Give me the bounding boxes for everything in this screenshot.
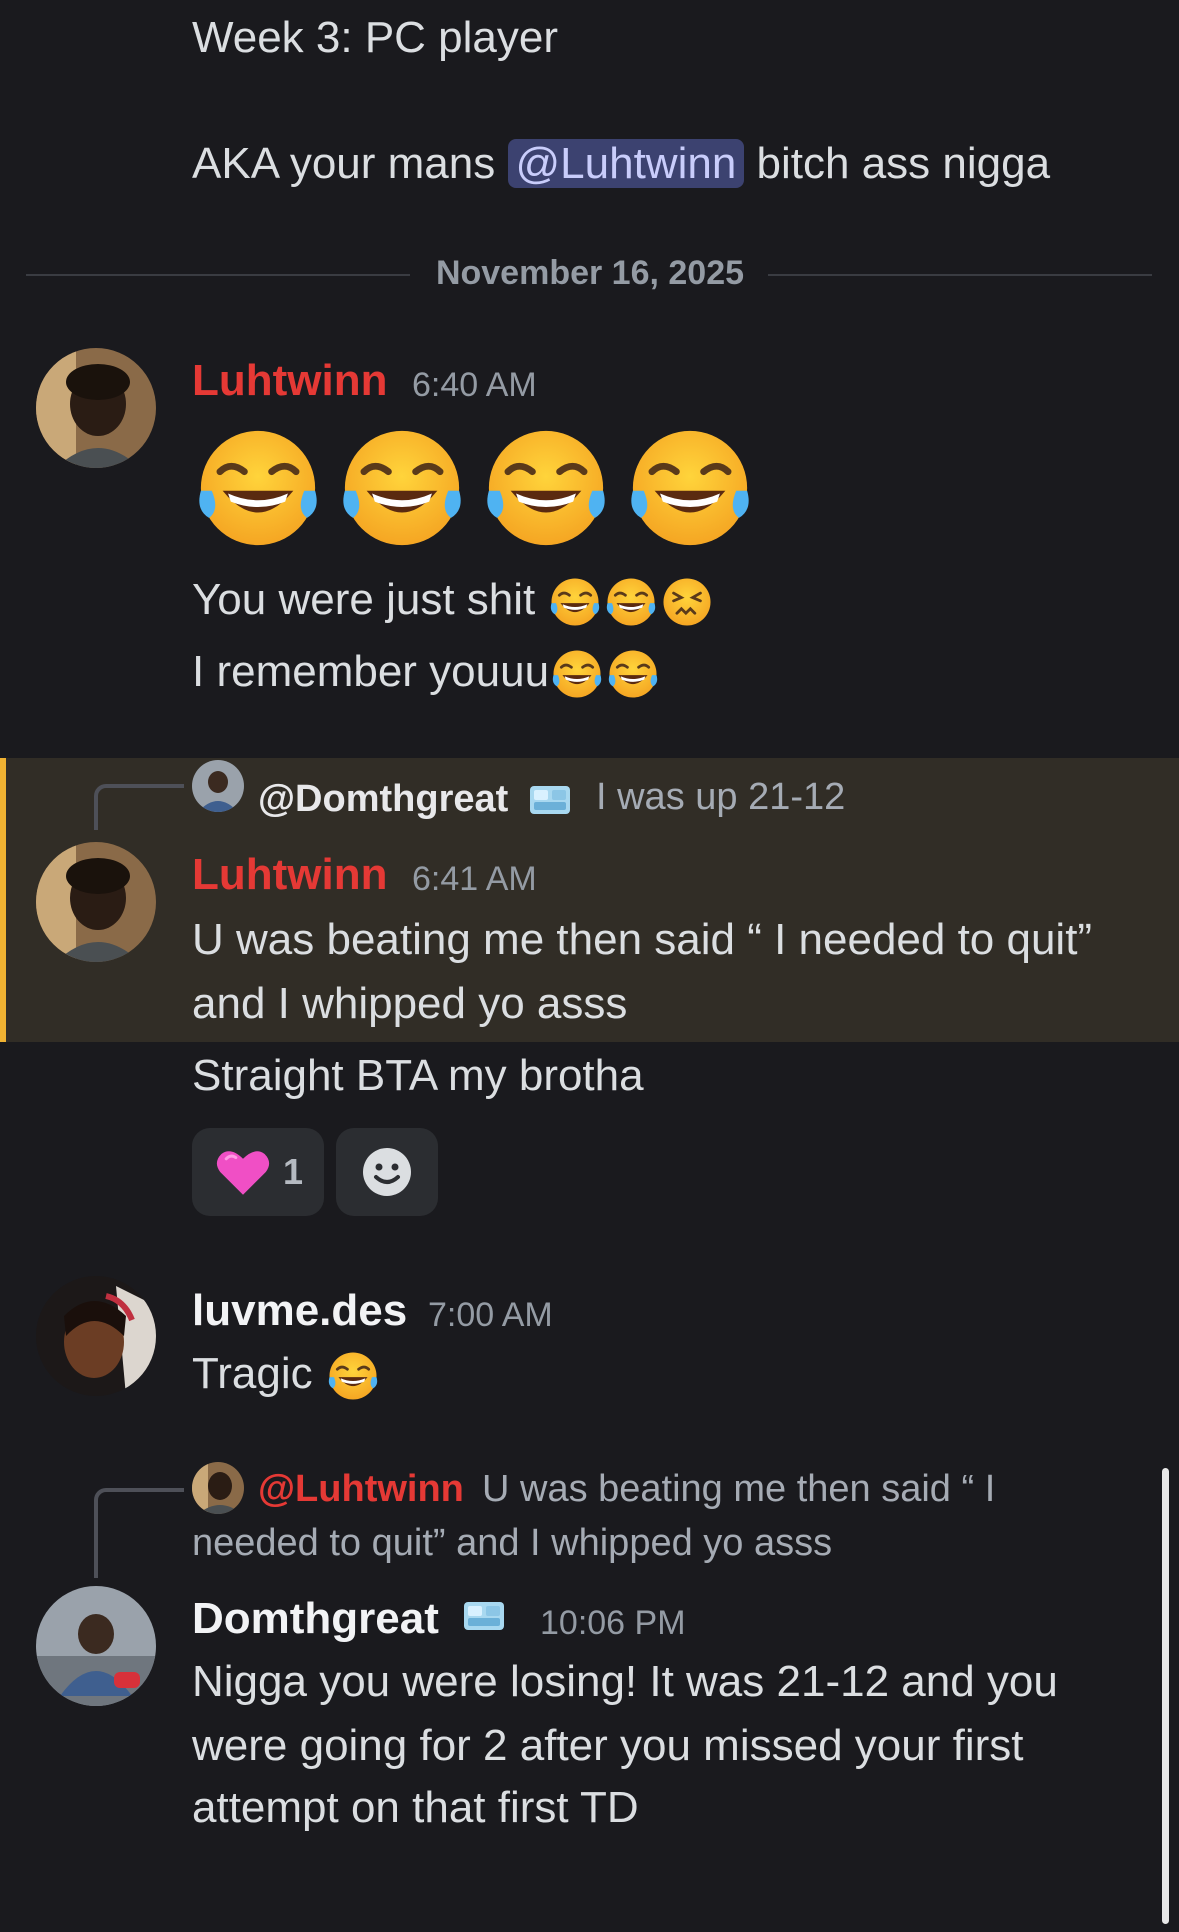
message-line: U was beating me then said “ I needed to… xyxy=(192,915,1093,964)
message-line: and I whipped yo asss xyxy=(192,979,628,1028)
reply-preview-text[interactable]: U was beating me then said “ I xyxy=(482,1468,995,1511)
message-line: You were just shit xyxy=(192,568,715,632)
avatar[interactable] xyxy=(36,1586,156,1706)
reply-preview-text[interactable]: I was up 21-12 xyxy=(596,776,845,819)
message-text: Tragic xyxy=(192,1349,313,1398)
username[interactable]: Luhtwinn xyxy=(192,356,388,406)
reply-username[interactable]: @Luhtwinn xyxy=(258,1468,464,1511)
add-reaction-button[interactable] xyxy=(336,1128,438,1216)
username[interactable]: Luhtwinn xyxy=(192,850,388,900)
user-mention[interactable]: @Luhtwinn xyxy=(507,139,745,188)
reply-preview-text[interactable]: needed to quit” and I whipped yo asss xyxy=(192,1522,832,1565)
date-divider-line xyxy=(768,274,1152,276)
message-text: You were just shit xyxy=(192,575,536,624)
message-text: AKA your mans xyxy=(192,139,496,188)
reply-username[interactable]: @Domthgreat xyxy=(258,778,508,821)
reply-connector xyxy=(94,1488,184,1578)
message-text: bitch ass nigga xyxy=(756,139,1051,188)
message-line: attempt on that first TD xyxy=(192,1783,639,1832)
avatar[interactable] xyxy=(36,1276,156,1396)
add-reaction-icon xyxy=(363,1148,411,1196)
date-divider-label: November 16, 2025 xyxy=(435,254,745,292)
message-line: Straight BTA my brotha xyxy=(192,1051,644,1100)
reply-avatar xyxy=(192,760,244,812)
face-with-tears-of-joy-icon xyxy=(622,420,758,556)
username[interactable]: luvme.des xyxy=(192,1286,407,1336)
confounded-face-icon xyxy=(659,574,715,630)
pink-heart-icon xyxy=(213,1142,273,1202)
face-with-tears-of-joy-icon xyxy=(190,420,326,556)
face-with-tears-of-joy-icon xyxy=(325,1348,381,1404)
reaction-count: 1 xyxy=(282,1151,304,1192)
face-with-tears-of-joy-icon xyxy=(334,420,470,556)
message-line: Tragic xyxy=(192,1342,381,1406)
ice-cube-badge-icon xyxy=(462,1598,506,1634)
face-with-tears-of-joy-icon xyxy=(603,574,659,630)
timestamp: 6:41 AM xyxy=(412,860,537,898)
timestamp: 6:40 AM xyxy=(412,366,537,404)
timestamp: 7:00 AM xyxy=(428,1296,553,1334)
face-with-tears-of-joy-icon xyxy=(478,420,614,556)
reaction-pink-heart[interactable]: 1 xyxy=(192,1128,324,1216)
reply-connector xyxy=(94,784,184,830)
username[interactable]: Domthgreat xyxy=(192,1594,439,1644)
avatar[interactable] xyxy=(36,348,156,468)
face-with-tears-of-joy-icon xyxy=(549,646,605,702)
message-line: were going for 2 after you missed your f… xyxy=(192,1721,1024,1770)
mention-highlight-bar xyxy=(0,758,6,1042)
face-with-tears-of-joy-icon xyxy=(605,646,661,702)
face-with-tears-of-joy-icon xyxy=(547,574,603,630)
message-line: Nigga you were losing! It was 21-12 and … xyxy=(192,1657,1058,1706)
ice-cube-badge-icon xyxy=(528,782,572,818)
emoji-row xyxy=(190,420,758,556)
scrollbar-thumb[interactable] xyxy=(1162,1468,1169,1924)
avatar[interactable] xyxy=(36,842,156,962)
date-divider-line xyxy=(26,274,410,276)
message-line: AKA your mans @Luhtwinn bitch ass nigga xyxy=(192,132,1050,196)
message-text: I remember youuu xyxy=(192,647,550,696)
message-line: I remember youuu xyxy=(192,640,661,704)
message-line: Week 3: PC player xyxy=(192,13,559,62)
reply-avatar xyxy=(192,1462,244,1514)
timestamp: 10:06 PM xyxy=(540,1604,686,1642)
